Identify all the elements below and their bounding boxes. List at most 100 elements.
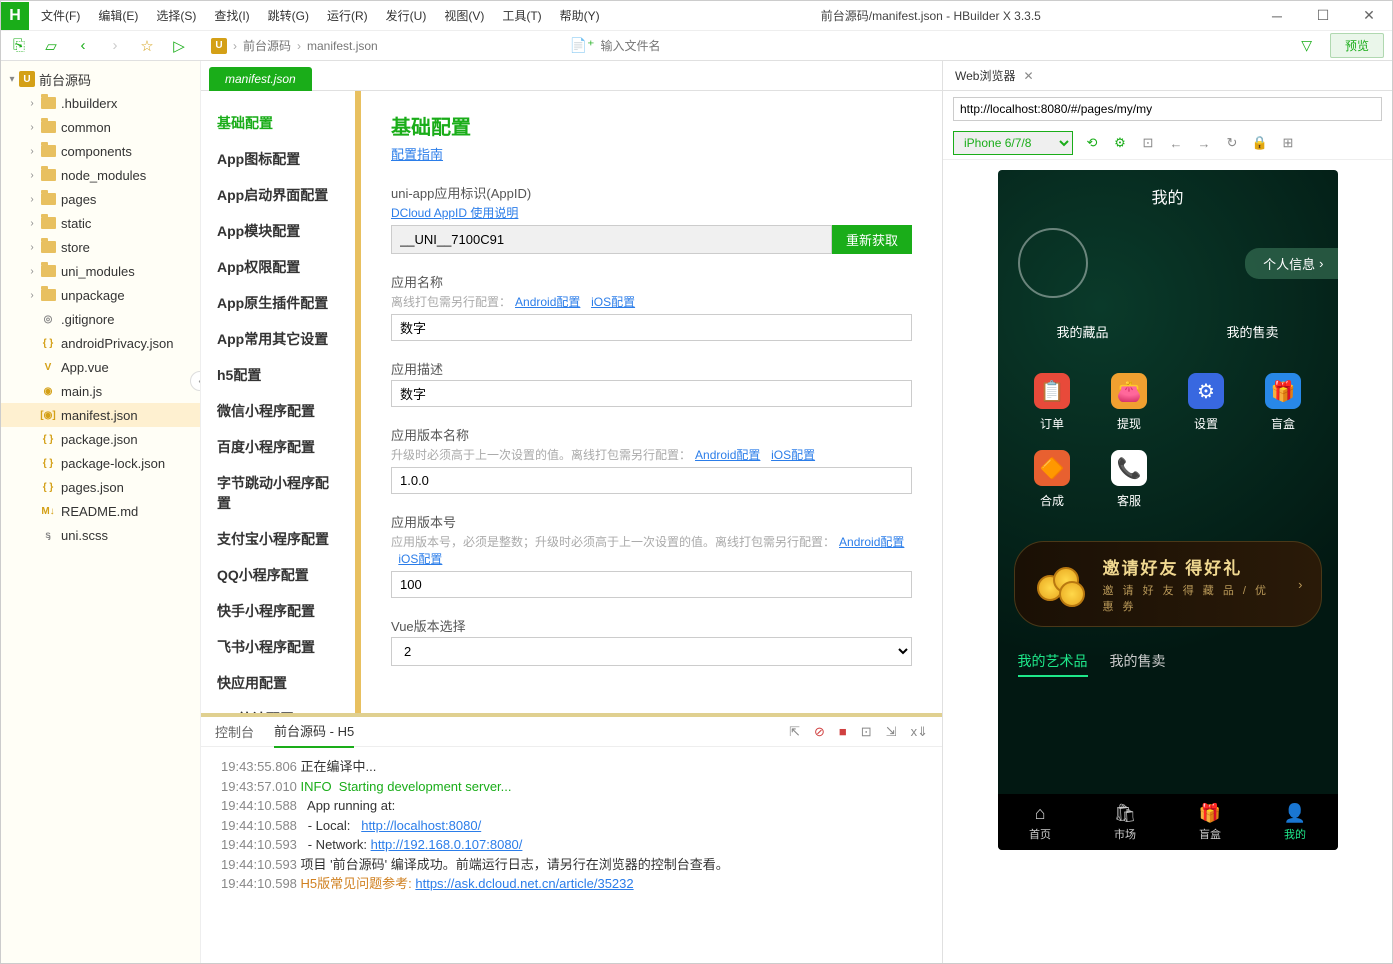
- manifest-nav-item[interactable]: QQ小程序配置: [201, 557, 355, 593]
- phone-menu-订单[interactable]: 📋订单: [1014, 373, 1091, 432]
- stat-sales[interactable]: 我的售卖: [1168, 322, 1338, 341]
- avatar[interactable]: [1018, 228, 1088, 298]
- phone-menu-盲盒[interactable]: 🎁盲盒: [1245, 373, 1322, 432]
- manifest-nav-item[interactable]: App启动界面配置: [201, 177, 355, 213]
- personal-info-button[interactable]: 个人信息›: [1245, 248, 1337, 279]
- manifest-nav-item[interactable]: 快应用配置: [201, 665, 355, 701]
- tree-folder[interactable]: ›components: [1, 139, 200, 163]
- manifest-nav-item[interactable]: uni统计配置: [201, 701, 355, 713]
- tree-folder[interactable]: ›static: [1, 211, 200, 235]
- manifest-nav-item[interactable]: h5配置: [201, 357, 355, 393]
- filter-icon[interactable]: ▽: [1301, 37, 1312, 54]
- tree-file[interactable]: { }package.json: [1, 427, 200, 451]
- search-icon[interactable]: 📄⁺: [570, 37, 595, 54]
- console-stop-icon[interactable]: ⊘: [814, 724, 825, 740]
- tree-file[interactable]: VApp.vue: [1, 355, 200, 379]
- menu-item[interactable]: 选择(S): [148, 3, 204, 28]
- android-config-link[interactable]: Android配置: [695, 448, 760, 462]
- invite-banner[interactable]: 邀请好友 得好礼 邀 请 好 友 得 藏 品 / 优 惠 券 ›: [1014, 541, 1322, 627]
- tabbar-首页[interactable]: ⌂首页: [998, 794, 1083, 850]
- menu-item[interactable]: 工具(T): [494, 3, 549, 28]
- tree-file[interactable]: { }androidPrivacy.json: [1, 331, 200, 355]
- tree-folder[interactable]: ›pages: [1, 187, 200, 211]
- vercode-input[interactable]: [391, 571, 912, 598]
- ios-config-link[interactable]: iOS配置: [771, 448, 815, 462]
- manifest-nav-item[interactable]: 快手小程序配置: [201, 593, 355, 629]
- nav-back-icon[interactable]: ←: [1167, 136, 1185, 151]
- menu-item[interactable]: 发行(U): [378, 3, 435, 28]
- ios-config-link[interactable]: iOS配置: [398, 552, 442, 566]
- tree-file[interactable]: { }package-lock.json: [1, 451, 200, 475]
- url-input[interactable]: [953, 97, 1382, 121]
- save-icon[interactable]: ▱: [41, 36, 61, 56]
- tree-folder[interactable]: ›unpackage: [1, 283, 200, 307]
- tree-file[interactable]: M↓README.md: [1, 499, 200, 523]
- vername-input[interactable]: [391, 467, 912, 494]
- web-tab-label[interactable]: Web浏览器: [955, 67, 1015, 84]
- tabbar-市场[interactable]: 🛍市场: [1083, 794, 1168, 850]
- tree-folder[interactable]: ›common: [1, 115, 200, 139]
- lock-icon[interactable]: 🔒: [1251, 135, 1269, 151]
- reget-button[interactable]: 重新获取: [832, 225, 912, 254]
- console-close-icon[interactable]: x⇓: [911, 724, 928, 740]
- manifest-nav-item[interactable]: 字节跳动小程序配置: [201, 465, 355, 521]
- vue-select[interactable]: 2: [391, 637, 912, 666]
- tree-root[interactable]: ▾ U 前台源码: [1, 67, 200, 91]
- tree-file[interactable]: ᶊuni.scss: [1, 523, 200, 547]
- new-file-icon[interactable]: ⎘: [9, 36, 29, 56]
- android-config-link[interactable]: Android配置: [839, 535, 904, 549]
- manifest-nav-item[interactable]: App图标配置: [201, 141, 355, 177]
- phone-menu-合成[interactable]: 🔶合成: [1014, 450, 1091, 509]
- manifest-nav-item[interactable]: App模块配置: [201, 213, 355, 249]
- subtab-sales[interactable]: 我的售卖: [1110, 651, 1166, 677]
- close-button[interactable]: ✕: [1346, 1, 1392, 31]
- back-icon[interactable]: ‹: [73, 36, 93, 56]
- menu-item[interactable]: 跳转(G): [260, 3, 317, 28]
- manifest-nav-item[interactable]: 支付宝小程序配置: [201, 521, 355, 557]
- run-icon[interactable]: ▷: [169, 36, 189, 56]
- star-icon[interactable]: ☆: [137, 36, 157, 56]
- ios-config-link[interactable]: iOS配置: [591, 295, 635, 309]
- tab-manifest[interactable]: manifest.json: [209, 67, 312, 91]
- search-input[interactable]: [601, 39, 801, 53]
- preview-button[interactable]: 预览: [1330, 33, 1384, 58]
- screenshot-icon[interactable]: ⊡: [1139, 135, 1157, 151]
- minimize-button[interactable]: ─: [1254, 1, 1300, 31]
- maximize-button[interactable]: ☐: [1300, 1, 1346, 31]
- tree-file[interactable]: ◎.gitignore: [1, 307, 200, 331]
- device-select[interactable]: iPhone 6/7/8: [953, 131, 1073, 155]
- tree-folder[interactable]: ›.hbuilderx: [1, 91, 200, 115]
- phone-menu-提现[interactable]: 👛提现: [1091, 373, 1168, 432]
- appdesc-input[interactable]: [391, 380, 912, 407]
- nav-forward-icon[interactable]: →: [1195, 136, 1213, 151]
- config-guide-link[interactable]: 配置指南: [391, 144, 443, 163]
- rotate-icon[interactable]: ⟲: [1083, 135, 1101, 151]
- refresh-icon[interactable]: ↻: [1223, 135, 1241, 151]
- manifest-nav-item[interactable]: 基础配置: [201, 105, 355, 141]
- menu-item[interactable]: 查找(I): [206, 3, 257, 28]
- appid-input[interactable]: [391, 225, 832, 254]
- phone-menu-设置[interactable]: ⚙设置: [1168, 373, 1245, 432]
- forward-icon[interactable]: ›: [105, 36, 125, 56]
- menu-item[interactable]: 编辑(E): [90, 3, 146, 28]
- subtab-art[interactable]: 我的艺术品: [1018, 651, 1088, 677]
- console-collapse-icon[interactable]: ⇲: [886, 724, 897, 740]
- console-tab[interactable]: 控制台: [215, 716, 254, 747]
- tree-file[interactable]: [◉]manifest.json: [1, 403, 200, 427]
- console-stop2-icon[interactable]: ■: [839, 724, 847, 740]
- manifest-nav-item[interactable]: 微信小程序配置: [201, 393, 355, 429]
- manifest-nav-item[interactable]: 飞书小程序配置: [201, 629, 355, 665]
- manifest-nav-item[interactable]: App常用其它设置: [201, 321, 355, 357]
- console-tab-active[interactable]: 前台源码 - H5: [274, 715, 354, 748]
- tabbar-我的[interactable]: 👤我的: [1253, 794, 1338, 850]
- menu-item[interactable]: 文件(F): [33, 3, 88, 28]
- devtools-icon[interactable]: ⊞: [1279, 135, 1297, 151]
- appid-help-link[interactable]: DCloud AppID 使用说明: [391, 204, 518, 221]
- appname-input[interactable]: [391, 314, 912, 341]
- breadcrumb-item[interactable]: 前台源码: [243, 37, 291, 54]
- menu-item[interactable]: 视图(V): [436, 3, 492, 28]
- console-export-icon[interactable]: ⇱: [789, 724, 800, 740]
- manifest-nav-item[interactable]: 百度小程序配置: [201, 429, 355, 465]
- menu-item[interactable]: 帮助(Y): [552, 3, 608, 28]
- tree-file[interactable]: ◉main.js: [1, 379, 200, 403]
